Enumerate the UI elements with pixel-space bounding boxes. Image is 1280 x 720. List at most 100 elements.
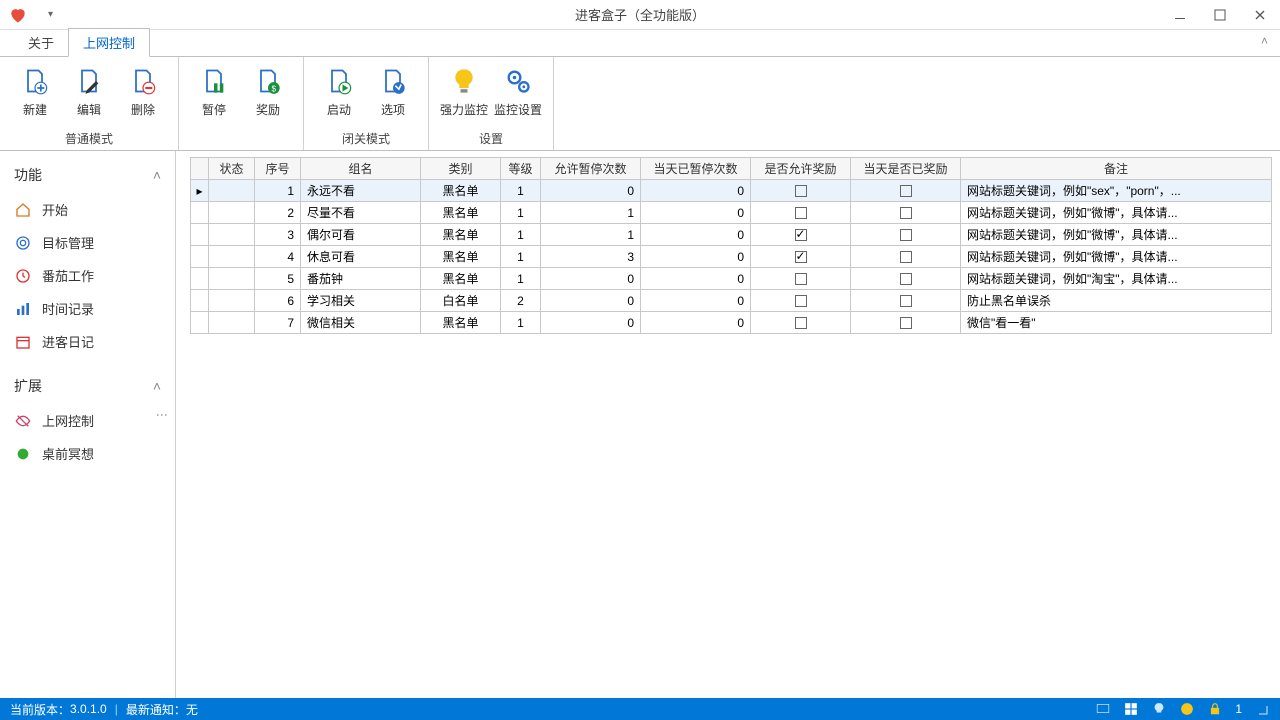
tray-windows-icon[interactable] — [1123, 701, 1139, 717]
table-row[interactable]: 2尽量不看黑名单110网站标题关键词，例如"微博"，具体请... — [191, 202, 1272, 224]
tray-monitor-icon[interactable] — [1095, 701, 1111, 717]
sidebar-item-diary[interactable]: 进客日记 — [0, 325, 175, 358]
lightbulb-icon — [448, 65, 480, 97]
start-button[interactable]: 启动 — [312, 61, 366, 127]
cell-paused-today: 0 — [641, 202, 751, 224]
cell-status — [209, 312, 255, 334]
cell-rewarded-today[interactable] — [851, 180, 961, 202]
col-type[interactable]: 类别 — [421, 158, 501, 180]
cell-allow-reward[interactable] — [751, 312, 851, 334]
delete-button-label: 删除 — [131, 101, 155, 118]
window-title: 进客盒子（全功能版） — [575, 5, 705, 24]
tab-net-control[interactable]: 上网控制 — [68, 28, 150, 57]
col-allow-reward[interactable]: 是否允许奖励 — [751, 158, 851, 180]
sidebar-section-extensions[interactable]: 扩展 ˄ — [0, 368, 175, 404]
cell-status — [209, 202, 255, 224]
cell-rewarded-today[interactable] — [851, 268, 961, 290]
pause-icon — [198, 65, 230, 97]
table-row[interactable]: 7微信相关黑名单100微信"看一看" — [191, 312, 1272, 334]
sidebar-item-meditate[interactable]: 桌前冥想 — [0, 437, 175, 470]
ribbon-group-lock: 启动 选项 闭关模式 — [304, 57, 429, 150]
ribbon-group-settings: 强力监控 监控设置 设置 — [429, 57, 554, 150]
table-row[interactable]: 4休息可看黑名单130网站标题关键词，例如"微博"，具体请... — [191, 246, 1272, 268]
home-icon — [14, 201, 32, 219]
cell-allow-reward[interactable] — [751, 268, 851, 290]
minimize-button[interactable] — [1160, 0, 1200, 30]
row-marker — [191, 202, 209, 224]
delete-button[interactable]: 删除 — [116, 61, 170, 127]
close-button[interactable] — [1240, 0, 1280, 30]
chevron-up-icon: ˄ — [153, 378, 161, 394]
cell-paused-today: 0 — [641, 224, 751, 246]
sidebar-item-timelog[interactable]: 时间记录 — [0, 292, 175, 325]
cell-group: 尽量不看 — [301, 202, 421, 224]
col-status[interactable]: 状态 — [209, 158, 255, 180]
sidebar-section-functions[interactable]: 功能 ˄ — [0, 157, 175, 193]
row-marker — [191, 224, 209, 246]
new-button[interactable]: 新建 — [8, 61, 62, 127]
col-allow-pause[interactable]: 允许暂停次数 — [541, 158, 641, 180]
group-label-settings: 设置 — [437, 127, 545, 150]
cell-paused-today: 0 — [641, 290, 751, 312]
col-rewarded-today[interactable]: 当天是否已奖励 — [851, 158, 961, 180]
strong-monitor-button[interactable]: 强力监控 — [437, 61, 491, 127]
cell-rewarded-today[interactable] — [851, 202, 961, 224]
row-marker — [191, 268, 209, 290]
cell-allow-reward[interactable] — [751, 180, 851, 202]
cell-remark: 防止黑名单误杀 — [961, 290, 1272, 312]
rules-table[interactable]: 状态 序号 组名 类别 等级 允许暂停次数 当天已暂停次数 是否允许奖励 当天是… — [190, 157, 1272, 334]
cell-paused-today: 0 — [641, 246, 751, 268]
cell-rewarded-today[interactable] — [851, 312, 961, 334]
col-group[interactable]: 组名 — [301, 158, 421, 180]
ribbon-group-normal: 新建 编辑 删除 普通模式 — [0, 57, 179, 150]
col-level[interactable]: 等级 — [501, 158, 541, 180]
col-seq[interactable]: 序号 — [255, 158, 301, 180]
sidebar-item-goals[interactable]: 目标管理 — [0, 226, 175, 259]
sidebar-item-start[interactable]: 开始 — [0, 193, 175, 226]
pause-button[interactable]: 暂停 — [187, 61, 241, 130]
table-row[interactable]: 3偶尔可看黑名单110网站标题关键词，例如"微博"，具体请... — [191, 224, 1272, 246]
sidebar-more-icon[interactable]: ⋮ — [155, 409, 169, 417]
cell-allow-reward[interactable] — [751, 246, 851, 268]
table-row[interactable]: 6学习相关白名单200防止黑名单误杀 — [191, 290, 1272, 312]
cell-rewarded-today[interactable] — [851, 290, 961, 312]
cell-rewarded-today[interactable] — [851, 246, 961, 268]
options-button[interactable]: 选项 — [366, 61, 420, 127]
ribbon: 新建 编辑 删除 普通模式 暂停 $ 奖励 — [0, 56, 1280, 151]
cell-allow-reward[interactable] — [751, 202, 851, 224]
table-row[interactable]: 5番茄钟黑名单100网站标题关键词，例如"淘宝"，具体请... — [191, 268, 1272, 290]
tray-face-icon[interactable] — [1179, 701, 1195, 717]
sidebar-item-netctrl[interactable]: 上网控制 — [0, 404, 175, 437]
tray-bulb-icon[interactable] — [1151, 701, 1167, 717]
cell-rewarded-today[interactable] — [851, 224, 961, 246]
monitor-settings-button[interactable]: 监控设置 — [491, 61, 545, 127]
edit-button[interactable]: 编辑 — [62, 61, 116, 127]
reward-button[interactable]: $ 奖励 — [241, 61, 295, 130]
sidebar-item-tomato[interactable]: 番茄工作 — [0, 259, 175, 292]
sidebar-item-label: 桌前冥想 — [42, 444, 94, 463]
sidebar-item-label: 上网控制 — [42, 411, 94, 430]
tray-lock-icon[interactable] — [1207, 701, 1223, 717]
col-paused-today[interactable]: 当天已暂停次数 — [641, 158, 751, 180]
cell-allow-pause: 0 — [541, 180, 641, 202]
table-header-row: 状态 序号 组名 类别 等级 允许暂停次数 当天已暂停次数 是否允许奖励 当天是… — [191, 158, 1272, 180]
tab-about[interactable]: 关于 — [14, 29, 68, 56]
cell-type: 黑名单 — [421, 268, 501, 290]
cell-allow-reward[interactable] — [751, 224, 851, 246]
options-icon — [377, 65, 409, 97]
notice-label: 最新通知： — [126, 701, 186, 718]
table-row[interactable]: ▸1永远不看黑名单100网站标题关键词，例如"sex"，"porn"，... — [191, 180, 1272, 202]
version-label: 当前版本： — [10, 701, 70, 718]
tray-resize-icon[interactable] — [1254, 701, 1270, 717]
sidebar-item-label: 开始 — [42, 200, 68, 219]
eye-off-icon — [14, 412, 32, 430]
col-remark[interactable]: 备注 — [961, 158, 1272, 180]
cell-allow-reward[interactable] — [751, 290, 851, 312]
reward-button-label: 奖励 — [256, 101, 280, 118]
maximize-button[interactable] — [1200, 0, 1240, 30]
qat-dropdown-icon[interactable]: ▾ — [48, 9, 53, 20]
ribbon-collapse-icon[interactable]: ˄ — [1261, 34, 1268, 48]
cell-allow-pause: 1 — [541, 224, 641, 246]
file-delete-icon — [127, 65, 159, 97]
cell-level: 1 — [501, 224, 541, 246]
